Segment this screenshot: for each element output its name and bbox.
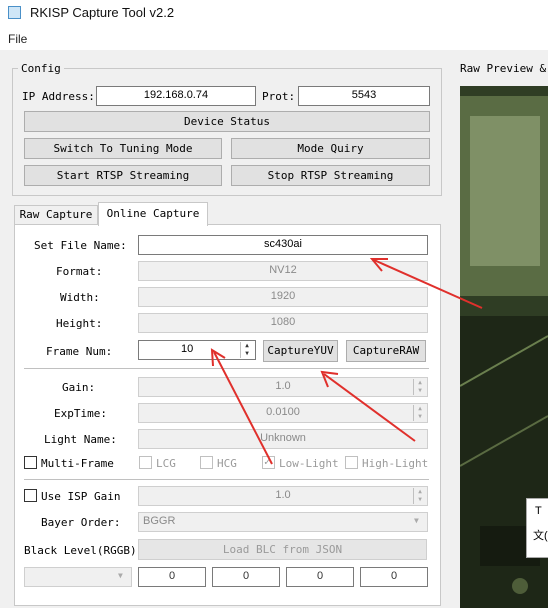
- arrow-to-file-name: [369, 258, 483, 309]
- annotation-arrows: [210, 258, 483, 465]
- tab-online-capture[interactable]: Online Capture: [98, 202, 208, 226]
- arrow-to-capture-yuv: [320, 370, 416, 442]
- arrow-to-frame-num: [210, 348, 273, 465]
